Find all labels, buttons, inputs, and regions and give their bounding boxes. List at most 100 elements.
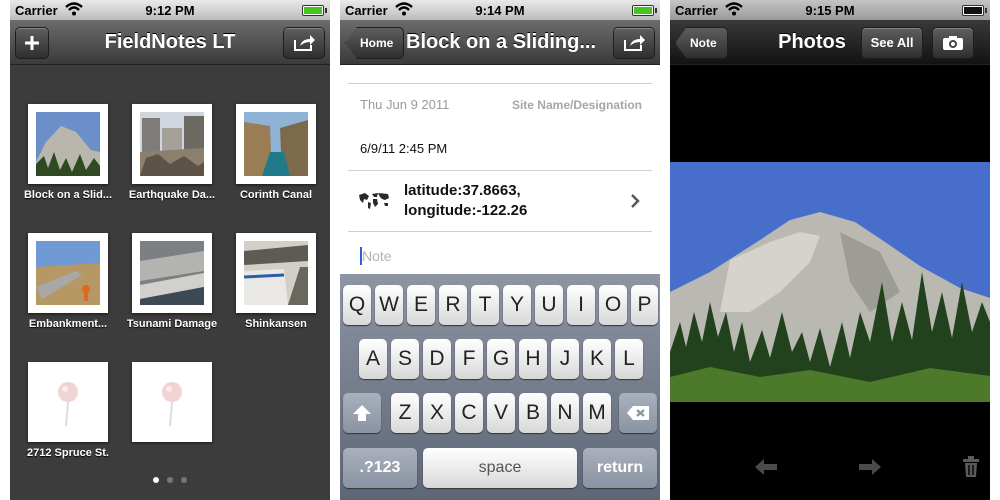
note-tile[interactable]: [120, 362, 224, 447]
key-u[interactable]: U: [535, 285, 563, 325]
date-label: Thu Jun 9 2011: [360, 97, 450, 112]
key-k[interactable]: K: [583, 339, 611, 379]
key-o[interactable]: O: [599, 285, 627, 325]
site-name-field[interactable]: Site Name/Designation: [512, 98, 642, 112]
share-icon: [624, 35, 645, 51]
note-thumbnail: [28, 104, 108, 184]
key-i[interactable]: I: [567, 285, 595, 325]
battery-icon: [632, 5, 657, 16]
note-tile[interactable]: Earthquake Da...: [120, 104, 224, 201]
note-tile[interactable]: Embankment...: [16, 233, 120, 330]
key-f[interactable]: F: [455, 339, 483, 379]
battery-icon: [962, 5, 987, 16]
note-title: Earthquake Da...: [128, 189, 216, 201]
key-n[interactable]: N: [551, 393, 579, 433]
return-key[interactable]: return: [583, 448, 657, 488]
key-q[interactable]: Q: [343, 285, 371, 325]
timestamp-row: 6/9/11 2:45 PM: [348, 126, 652, 171]
chevron-right-icon: [631, 194, 640, 208]
shift-arrow-icon: [353, 405, 371, 421]
key-l[interactable]: L: [615, 339, 643, 379]
note-field[interactable]: Note: [348, 243, 652, 273]
note-title: Corinth Canal: [239, 189, 313, 201]
note-thumbnail: [132, 233, 212, 313]
key-h[interactable]: H: [519, 339, 547, 379]
camera-button[interactable]: [932, 27, 974, 59]
key-e[interactable]: E: [407, 285, 435, 325]
add-note-button[interactable]: [15, 27, 49, 59]
notes-grid-screen: Carrier 9:12 PM FieldNotes LT Block on a…: [10, 0, 330, 500]
note-title: Tsunami Damage: [126, 318, 218, 330]
space-key[interactable]: space: [423, 448, 577, 488]
key-g[interactable]: G: [487, 339, 515, 379]
key-r[interactable]: R: [439, 285, 467, 325]
navigation-bar: Note Photos See All: [670, 20, 990, 65]
location-row[interactable]: latitude:37.8663, longitude:-122.26: [348, 171, 652, 232]
note-tile[interactable]: Shinkansen: [224, 233, 328, 330]
key-w[interactable]: W: [375, 285, 403, 325]
page-title: Photos: [778, 31, 846, 53]
clock: 9:14 PM: [475, 3, 525, 18]
status-bar: Carrier 9:12 PM: [10, 0, 330, 20]
page-title: FieldNotes LT: [104, 31, 236, 53]
key-z[interactable]: Z: [391, 393, 419, 433]
camera-icon: [943, 36, 963, 50]
photos-screen: Carrier 9:15 PM Note Photos See All: [670, 0, 990, 500]
note-tile[interactable]: Block on a Slid...: [16, 104, 120, 201]
key-a[interactable]: A: [359, 339, 387, 379]
key-s[interactable]: S: [391, 339, 419, 379]
photo-toolbar: [670, 448, 990, 488]
numbers-key[interactable]: .?123: [343, 448, 417, 488]
note-thumbnail: [132, 104, 212, 184]
pushpin-icon: [162, 382, 182, 427]
key-y[interactable]: Y: [503, 285, 531, 325]
share-button[interactable]: [613, 27, 655, 59]
key-v[interactable]: V: [487, 393, 515, 433]
note-tile[interactable]: Tsunami Damage: [120, 233, 224, 330]
status-bar: Carrier 9:14 PM: [340, 0, 660, 20]
page-indicator[interactable]: [10, 470, 330, 488]
note-thumbnail: [28, 233, 108, 313]
arrow-right-icon[interactable]: [858, 458, 882, 476]
embankment-photo: [36, 241, 100, 305]
note-title: Block on a Slid...: [23, 189, 113, 201]
key-m[interactable]: M: [583, 393, 611, 433]
key-b[interactable]: B: [519, 393, 547, 433]
note-tile[interactable]: Corinth Canal: [224, 104, 328, 201]
note-thumbnail: [28, 362, 108, 442]
key-t[interactable]: T: [471, 285, 499, 325]
key-c[interactable]: C: [455, 393, 483, 433]
home-back-button[interactable]: Home: [345, 27, 405, 59]
note-title: 2712 Spruce St.: [27, 447, 109, 459]
note-detail-screen: Carrier 9:14 PM Home Block on a Sliding.…: [340, 0, 660, 500]
note-thumbnail: [132, 362, 212, 442]
note-back-button[interactable]: Note: [675, 27, 728, 59]
tsunami-photo: [140, 241, 204, 305]
share-icon: [294, 35, 315, 51]
key-p[interactable]: P: [631, 285, 658, 325]
share-button[interactable]: [283, 27, 325, 59]
key-d[interactable]: D: [423, 339, 451, 379]
world-map-icon: [359, 193, 389, 209]
note-thumbnail: [236, 104, 316, 184]
clock: 9:15 PM: [805, 3, 855, 18]
rock-dome-photo: [36, 112, 100, 176]
arrow-left-icon[interactable]: [754, 458, 778, 476]
shift-key[interactable]: [343, 393, 381, 433]
page-dot: [167, 477, 173, 483]
delete-key[interactable]: [619, 393, 657, 433]
keyboard: Q W E R T Y U I O P A S D F G H J K L Z …: [340, 274, 660, 500]
page-dot: [181, 477, 187, 483]
navigation-bar: Home Block on a Sliding...: [340, 20, 660, 65]
earthquake-photo: [140, 112, 204, 176]
date-row[interactable]: Thu Jun 9 2011 Site Name/Designation: [348, 83, 652, 127]
plus-icon: [25, 36, 39, 50]
key-x[interactable]: X: [423, 393, 451, 433]
trash-icon[interactable]: [962, 456, 980, 478]
page-dot-active: [153, 477, 159, 483]
note-form: Thu Jun 9 2011 Site Name/Designation 6/9…: [340, 65, 660, 275]
note-tile[interactable]: 2712 Spruce St.: [16, 362, 120, 459]
see-all-button[interactable]: See All: [861, 27, 923, 59]
key-j[interactable]: J: [551, 339, 579, 379]
note-thumbnail: [236, 233, 316, 313]
